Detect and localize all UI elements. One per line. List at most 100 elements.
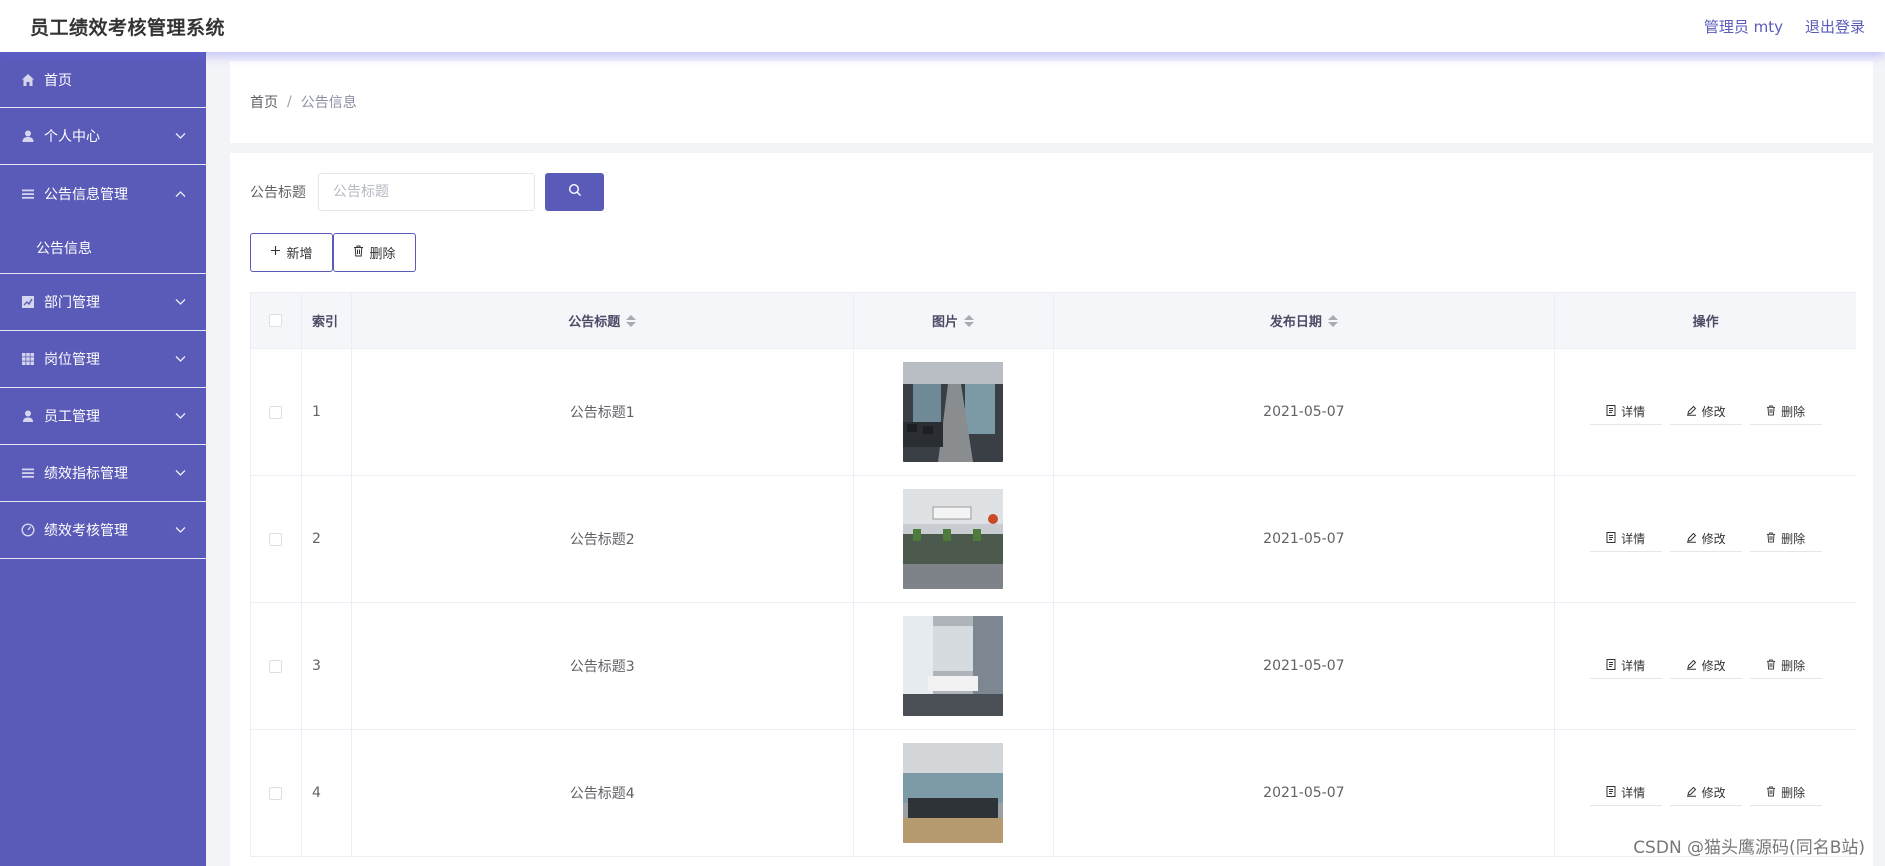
- user-icon: [21, 129, 35, 143]
- announcement-table: 索引 公告标题 图片 发布日期 操作 1 公告标题1 2021-05-07 详情…: [250, 292, 1856, 857]
- sidebar-item-assessment[interactable]: 绩效考核管理: [0, 502, 206, 559]
- sort-icon[interactable]: [1327, 314, 1338, 327]
- row-actions: 详情 修改 删除: [1589, 399, 1822, 425]
- select-all-checkbox[interactable]: [269, 314, 283, 327]
- delete-button[interactable]: 删除: [1749, 526, 1822, 552]
- row-index: 3: [302, 603, 352, 729]
- table-row: 3 公告标题3 2021-05-07 详情 修改 删除: [251, 603, 1856, 730]
- sidebar-item-employee[interactable]: 员工管理: [0, 388, 206, 445]
- chevron-up-icon: [175, 187, 186, 200]
- add-button-label: 新增: [286, 247, 313, 262]
- batch-delete-button[interactable]: 删除: [333, 233, 416, 272]
- breadcrumb-separator: /: [287, 94, 292, 110]
- column-header-image[interactable]: 图片: [854, 293, 1054, 348]
- row-checkbox[interactable]: [269, 786, 283, 800]
- row-actions: 详情 修改 删除: [1589, 653, 1822, 679]
- column-header-index: 索引: [302, 293, 352, 348]
- sidebar: 首页 个人中心 公告信息管理 公告信息 部门管理 岗位管理 员工管理 绩效指标管…: [0, 52, 206, 866]
- office-photo-thumbnail[interactable]: [903, 362, 1004, 462]
- office-photo-thumbnail[interactable]: [903, 616, 1004, 716]
- office-photo-thumbnail[interactable]: [903, 743, 1004, 843]
- column-header-title[interactable]: 公告标题: [352, 293, 854, 348]
- document-icon: [1606, 785, 1616, 800]
- delete-button[interactable]: 删除: [1749, 399, 1822, 425]
- office-photo-thumbnail[interactable]: [903, 489, 1004, 589]
- sidebar-item-announcement-mgmt[interactable]: 公告信息管理: [0, 165, 206, 222]
- action-bar: 新增 删除: [250, 233, 416, 272]
- detail-button[interactable]: 详情: [1589, 780, 1662, 806]
- sidebar-item-label: 首页: [44, 72, 72, 89]
- delete-button[interactable]: 删除: [1749, 653, 1822, 679]
- row-date: 2021-05-07: [1054, 730, 1556, 856]
- chevron-down-icon: [175, 296, 186, 309]
- sidebar-item-department[interactable]: 部门管理: [0, 274, 206, 331]
- row-title: 公告标题4: [352, 730, 854, 856]
- edit-button[interactable]: 修改: [1669, 780, 1742, 806]
- table-header-row: 索引 公告标题 图片 发布日期 操作: [251, 293, 1856, 349]
- sidebar-item-position[interactable]: 岗位管理: [0, 331, 206, 388]
- table-row: 2 公告标题2 2021-05-07 详情 修改 删除: [251, 476, 1856, 603]
- table-row: 1 公告标题1 2021-05-07 详情 修改 删除: [251, 349, 1856, 476]
- pencil-icon: [1686, 659, 1697, 673]
- sort-icon[interactable]: [964, 314, 975, 327]
- sidebar-item-label: 员工管理: [44, 409, 100, 425]
- trash-icon: [1766, 659, 1776, 673]
- table-row: 4 公告标题4 2021-05-07 详情 修改 删除: [251, 730, 1856, 857]
- search-bar: 公告标题: [250, 173, 604, 211]
- row-checkbox[interactable]: [269, 532, 283, 546]
- sidebar-item-home[interactable]: 首页: [0, 52, 206, 108]
- top-header: 员工绩效考核管理系统 管理员 mty 退出登录: [0, 0, 1885, 52]
- trash-icon: [1766, 405, 1776, 419]
- current-user-label[interactable]: 管理员 mty: [1704, 16, 1783, 37]
- search-label: 公告标题: [250, 185, 306, 201]
- detail-button[interactable]: 详情: [1589, 526, 1662, 552]
- trash-icon: [353, 245, 364, 261]
- home-icon: [21, 73, 35, 87]
- row-checkbox[interactable]: [269, 659, 283, 673]
- add-button[interactable]: 新增: [250, 233, 333, 272]
- document-icon: [1606, 404, 1616, 419]
- detail-button[interactable]: 详情: [1589, 653, 1662, 679]
- column-header-ops: 操作: [1692, 315, 1719, 330]
- chart-icon: [21, 295, 35, 309]
- chevron-down-icon: [175, 524, 186, 537]
- search-button[interactable]: [545, 173, 604, 211]
- breadcrumb-home[interactable]: 首页: [250, 92, 278, 112]
- search-input[interactable]: [318, 173, 535, 211]
- sidebar-item-personal-center[interactable]: 个人中心: [0, 108, 206, 165]
- pencil-icon: [1686, 405, 1697, 419]
- chevron-down-icon: [175, 467, 186, 480]
- row-actions: 详情 修改 删除: [1589, 780, 1822, 806]
- delete-button[interactable]: 删除: [1749, 780, 1822, 806]
- pencil-icon: [1686, 786, 1697, 800]
- sort-icon[interactable]: [626, 314, 637, 327]
- grid-icon: [21, 352, 35, 366]
- list-icon: [21, 466, 35, 480]
- header-right: 管理员 mty 退出登录: [1704, 16, 1865, 37]
- trash-icon: [1766, 532, 1776, 546]
- chevron-down-icon: [175, 353, 186, 366]
- edit-button[interactable]: 修改: [1669, 399, 1742, 425]
- sidebar-subitem-announcement[interactable]: 公告信息: [0, 222, 206, 274]
- chevron-down-icon: [175, 410, 186, 423]
- row-date: 2021-05-07: [1054, 349, 1556, 475]
- trash-icon: [1766, 786, 1776, 800]
- detail-button[interactable]: 详情: [1589, 399, 1662, 425]
- row-index: 2: [302, 476, 352, 602]
- sidebar-item-label: 绩效考核管理: [44, 523, 128, 539]
- sidebar-item-kpi[interactable]: 绩效指标管理: [0, 445, 206, 502]
- document-icon: [1606, 658, 1616, 673]
- row-checkbox[interactable]: [269, 405, 283, 419]
- edit-button[interactable]: 修改: [1669, 526, 1742, 552]
- sidebar-item-label: 部门管理: [44, 295, 100, 311]
- gauge-icon: [21, 523, 35, 537]
- row-title: 公告标题3: [352, 603, 854, 729]
- column-header-date[interactable]: 发布日期: [1054, 293, 1556, 348]
- row-title: 公告标题1: [352, 349, 854, 475]
- pencil-icon: [1686, 532, 1697, 546]
- edit-button[interactable]: 修改: [1669, 653, 1742, 679]
- logout-link[interactable]: 退出登录: [1805, 16, 1865, 37]
- chevron-down-icon: [175, 130, 186, 143]
- sidebar-item-label: 公告信息管理: [44, 186, 128, 203]
- row-date: 2021-05-07: [1054, 603, 1556, 729]
